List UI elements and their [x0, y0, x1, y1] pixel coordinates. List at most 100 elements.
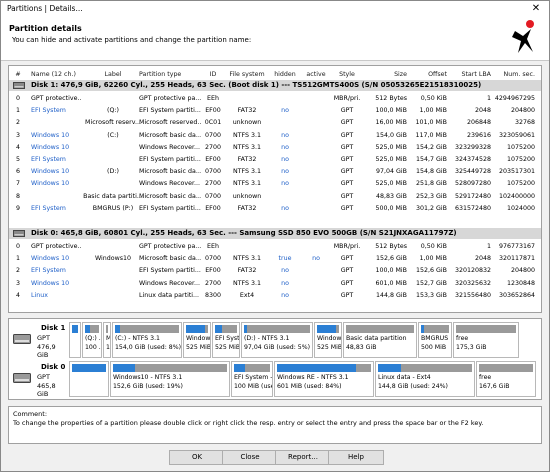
- table-row[interactable]: 7 Windows 10 Windows Recover... 2700 NTFS 3.…: [9, 178, 541, 190]
- table-cell: GPT: [340, 131, 354, 139]
- partition-block[interactable]: M1: [103, 322, 111, 358]
- usage-bar: [456, 325, 516, 333]
- partition-block[interactable]: Windows 525 MiB (: [314, 322, 342, 358]
- column-header[interactable]: Num. sec.: [493, 71, 535, 78]
- table-cell: 1230848: [506, 279, 535, 287]
- table-cell: 4: [15, 143, 20, 151]
- table-row[interactable]: 5 EFI System EFI System partiti... EF00 FAT3…: [9, 154, 541, 166]
- column-header[interactable]: #: [13, 71, 23, 78]
- table-row[interactable]: 0 GPT protective... GPT protective pa... EE…: [9, 241, 541, 253]
- table-cell: 8: [15, 192, 20, 200]
- table-row[interactable]: 3 Windows 10 (C:) Microsoft basic da... 0700…: [9, 130, 541, 142]
- table-row[interactable]: 2 EFI System EFI System partiti... EF00 FAT3…: [9, 265, 541, 277]
- partition-block[interactable]: (D:) - NTFS 3.1 97,04 GiB (used: 5%): [241, 322, 313, 358]
- table-cell: Microsoft reserved...: [139, 119, 201, 127]
- table-row[interactable]: 4 Windows 10 Windows Recover... 2700 NTFS 3.…: [9, 142, 541, 154]
- partition-block[interactable]: (Q:) ... 100 ...: [82, 322, 102, 358]
- table-cell: 2048: [474, 107, 491, 115]
- column-header[interactable]: Offset: [409, 71, 447, 78]
- column-header[interactable]: Start LBA: [449, 71, 491, 78]
- partition-block[interactable]: free 175,3 GiB: [453, 322, 519, 358]
- usage-fill: [244, 325, 247, 333]
- report-button[interactable]: Report...: [275, 450, 331, 465]
- table-row[interactable]: 1 EFI System (Q:) EFI System partiti... EF00…: [9, 105, 541, 117]
- hard-disk-icon: [13, 373, 31, 383]
- partition-block[interactable]: Windows RE - NTFS 3.1 601 MiB (used: 84%): [274, 361, 374, 397]
- column-header[interactable]: hidden: [273, 71, 297, 78]
- table-cell: GPT protective pa...: [139, 243, 201, 250]
- table-row[interactable]: 0 GPT protective... GPT protective pa... EE…: [9, 93, 541, 105]
- table-cell: FAT32: [237, 156, 257, 163]
- table-cell: 976773167: [498, 243, 535, 250]
- partition-block[interactable]: Basic data partition 48,83 GiB: [343, 322, 417, 358]
- disk-header-row[interactable]: Disk 0: 465,8 GiB, 60801 Cyl., 255 Heads…: [9, 228, 541, 239]
- table-cell: EFI System partiti...: [139, 156, 201, 163]
- partition-block-label: (D:) - NTFS 3.1: [244, 335, 290, 342]
- usage-bar: [72, 325, 78, 333]
- table-cell: FAT32: [237, 107, 257, 115]
- partition-block-size: 167,6 GiB: [479, 383, 510, 390]
- table-row[interactable]: 1 Windows 10 Windows10 Microsoft basic da..…: [9, 253, 541, 265]
- column-header[interactable]: ID: [203, 71, 223, 78]
- column-header[interactable]: Label: [83, 71, 143, 78]
- partition-block[interactable]: [69, 322, 81, 358]
- usage-fill: [115, 325, 120, 333]
- partition-block-label: Linux data - Ext4: [378, 374, 431, 381]
- disk-header-row[interactable]: Disk 1: 476,9 GiB, 62260 Cyl., 255 Heads…: [9, 80, 541, 91]
- column-header[interactable]: File system: [229, 71, 265, 78]
- table-cell: 97,04 GiB: [376, 168, 407, 176]
- table-cell: (Q:): [107, 107, 119, 115]
- partition-block[interactable]: EFI System - 100 MiB (use: [231, 361, 273, 397]
- usage-fill: [186, 325, 205, 333]
- table-cell: Windows 10: [31, 168, 70, 176]
- table-row[interactable]: 3 Windows 10 Windows Recover... 2700 NTFS 3.…: [9, 278, 541, 290]
- table-row[interactable]: 6 Windows 10 (D:) Microsoft basic da... 0700…: [9, 166, 541, 178]
- column-header[interactable]: Style: [333, 71, 361, 78]
- column-header[interactable]: Size: [365, 71, 407, 78]
- partition-table: # Name (12 ch.) Label Partition type ID File …: [8, 65, 542, 313]
- column-header[interactable]: Partition type: [139, 71, 201, 78]
- table-cell: 100,0 MiB: [375, 107, 407, 115]
- column-header[interactable]: active: [303, 71, 329, 78]
- disk-icon: [13, 230, 25, 239]
- table-row[interactable]: 4 Linux Linux data partiti... 8300 Ext4 no GPT…: [9, 290, 541, 302]
- table-cell: 0: [15, 95, 20, 102]
- table-cell: 323299328: [454, 143, 491, 151]
- table-cell: EFI System: [31, 204, 66, 212]
- partition-block[interactable]: free 167,6 GiB: [476, 361, 536, 397]
- ok-button[interactable]: OK: [169, 450, 225, 465]
- table-cell: Windows 10: [31, 279, 70, 287]
- partition-details-window: Partitions | Details... ✕ Partition deta…: [0, 0, 550, 472]
- help-button[interactable]: Help: [328, 450, 384, 465]
- table-cell: no: [281, 131, 289, 139]
- usage-bar: [72, 364, 106, 372]
- partition-block[interactable]: Windows 525 MiB (: [183, 322, 211, 358]
- table-cell: EFI System partiti...: [139, 107, 201, 115]
- partition-block[interactable]: BMGRUS 500 MiB: [418, 322, 452, 358]
- close-icon[interactable]: ✕: [527, 2, 545, 16]
- table-cell: 320325632: [454, 279, 491, 287]
- partition-block-label: (Q:) ...: [85, 335, 101, 342]
- partition-block[interactable]: Linux data - Ext4 144,8 GiB (used: 24%): [375, 361, 475, 397]
- table-cell: BMGRUS (P:): [92, 204, 134, 212]
- table-row[interactable]: 9 EFI System BMGRUS (P:) EFI System partiti…: [9, 203, 541, 215]
- partition-block[interactable]: EFI Syst 525 MiB: [212, 322, 240, 358]
- partition-block-label: M: [106, 335, 111, 342]
- close-button[interactable]: Close: [222, 450, 278, 465]
- table-row[interactable]: 8 Basic data partiti... Microsoft basic da…: [9, 191, 541, 203]
- usage-bar: [244, 325, 310, 333]
- partition-block[interactable]: Windows10 - NTFS 3.1 152,6 GiB (used: 19%…: [110, 361, 230, 397]
- partition-block[interactable]: (C:) - NTFS 3.1 154,0 GiB (used: 8%): [112, 322, 182, 358]
- table-cell: 152,6 GiB: [416, 267, 447, 275]
- table-cell: 323059061: [498, 131, 535, 139]
- table-cell: 154,2 GiB: [416, 143, 447, 151]
- table-cell: 500,0 MiB: [375, 204, 407, 212]
- partition-block[interactable]: [69, 361, 109, 397]
- disk-map: Disk 1GPT476,9 GiB(Q:) ...100 ...M1(C:) …: [8, 318, 542, 400]
- column-header[interactable]: Name (12 ch.): [31, 71, 81, 78]
- table-cell: 152,6 GiB: [376, 255, 407, 263]
- table-cell: NTFS 3.1: [232, 180, 262, 188]
- table-cell: 6: [15, 168, 20, 176]
- usage-bar: [85, 325, 99, 333]
- table-row[interactable]: 2 Microsoft reserv... Microsoft reserved..…: [9, 117, 541, 129]
